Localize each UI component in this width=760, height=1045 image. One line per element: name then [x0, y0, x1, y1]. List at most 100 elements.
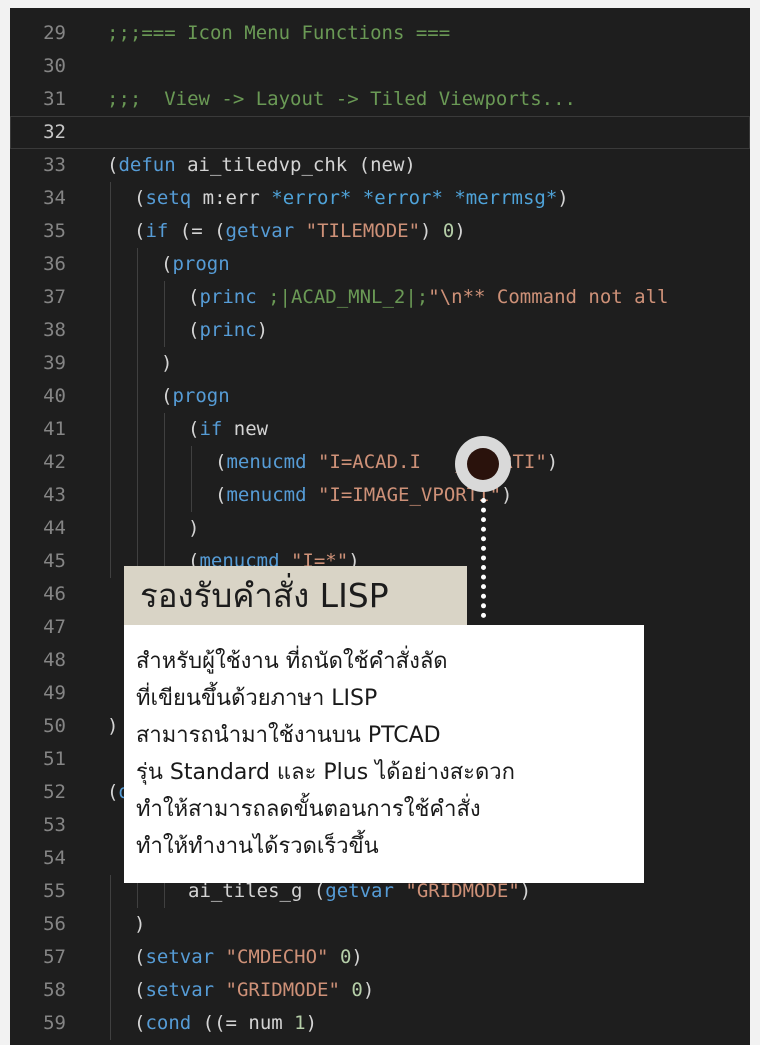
indent-guide	[110, 314, 111, 347]
code-token: ;;;=== Icon Menu Functions ===	[107, 22, 451, 44]
code-token: setvar	[145, 979, 215, 1001]
indent-guide	[110, 479, 111, 512]
code-editor[interactable]: 29 ;;;=== Icon Menu Functions === 30 31 ;;; …	[10, 8, 750, 1045]
tap-indicator	[455, 436, 511, 492]
code-line[interactable]: 36 (progn	[10, 248, 750, 281]
code-token: progn	[172, 253, 230, 275]
code-token: )	[546, 451, 559, 473]
line-number: 49	[43, 682, 66, 704]
code-token: (= (	[168, 220, 226, 242]
code-line[interactable]: 31 ;;; View -> Layout -> Tiled Viewports.…	[10, 83, 750, 116]
code-token: )	[107, 715, 119, 737]
line-number: 54	[43, 847, 66, 869]
line-number: 31	[43, 88, 66, 110]
code-token: (	[134, 187, 146, 209]
indent-guide	[110, 512, 111, 545]
code-token: princ	[199, 319, 257, 341]
code-line[interactable]: 44)	[10, 512, 750, 545]
indent-guide	[137, 347, 138, 380]
code-line[interactable]: 40 (progn	[10, 380, 750, 413]
code-token: defun	[118, 154, 176, 176]
line-number: 30	[43, 55, 66, 77]
code-token: )	[134, 913, 146, 935]
code-line[interactable]: 41 (if new	[10, 413, 750, 446]
indent-guide	[110, 413, 111, 446]
code-token: (	[161, 385, 173, 407]
code-token: )	[557, 187, 569, 209]
code-line[interactable]: 57 (setvar "CMDECHO" 0)	[10, 941, 750, 974]
code-line[interactable]: 56)	[10, 908, 750, 941]
code-token: if	[199, 418, 223, 440]
indent-guide	[110, 281, 111, 314]
line-number: 34	[43, 187, 66, 209]
callout-body-line: สำหรับผู้ใช้งาน ที่ถนัดใช้คำสั่งลัด	[136, 649, 448, 674]
indent-guide	[110, 1007, 111, 1040]
code-line[interactable]: 39)	[10, 347, 750, 380]
code-line[interactable]: 35 (if (= (getvar "TILEMODE") 0)	[10, 215, 750, 248]
code-token: new	[222, 418, 269, 440]
line-number: 38	[43, 319, 66, 341]
code-line[interactable]: 59 (cond ((= num 1)	[10, 1007, 750, 1040]
indent-guide	[110, 347, 111, 380]
indent-guide	[137, 314, 138, 347]
code-text: (cond ((= num 1)	[134, 1007, 317, 1040]
line-number: 53	[43, 814, 66, 836]
code-text: (setq m:err *error* *error* *merrmsg*)	[134, 182, 569, 215]
code-token: (	[215, 451, 227, 473]
line-number: 35	[43, 220, 66, 242]
code-token: "GRIDMODE"	[405, 880, 520, 902]
code-token: (	[188, 286, 200, 308]
code-token: )	[256, 319, 269, 341]
code-token: getvar	[225, 220, 295, 242]
line-number: 43	[43, 484, 66, 506]
code-token: )	[351, 946, 363, 968]
line-number: 29	[43, 22, 66, 44]
code-text: (if new	[188, 413, 268, 446]
indent-guide	[137, 479, 138, 512]
code-line[interactable]: 37 (princ ;|ACAD_MNL_2|;"\n** Command not…	[10, 281, 750, 314]
code-token: (	[134, 1012, 146, 1034]
code-line[interactable]: 30	[10, 50, 750, 83]
code-line[interactable]: 29 ;;;=== Icon Menu Functions ===	[10, 17, 750, 50]
indent-guide	[164, 512, 165, 545]
code-line[interactable]: 32	[10, 116, 750, 149]
line-number: 40	[43, 385, 66, 407]
code-token: "TILEMODE"	[305, 220, 421, 242]
indent-guide	[110, 182, 111, 215]
line-number: 52	[43, 781, 66, 803]
code-token: (	[134, 220, 146, 242]
code-token: (	[215, 484, 227, 506]
line-number: 37	[43, 286, 66, 308]
indent-guide	[137, 512, 138, 545]
callout-body-line: สามารถนำมาใช้งานบน PTCAD	[136, 723, 441, 748]
code-line[interactable]: 34 (setq m:err *error* *error* *merrmsg*)	[10, 182, 750, 215]
indent-guide	[137, 248, 138, 281]
code-line[interactable]: 33 (defun ai_tiledvp_chk (new)	[10, 149, 750, 182]
code-token: 1	[294, 1012, 306, 1034]
code-line[interactable]: 43 (menucmd "I=IMAGE_VPORTI")	[10, 479, 750, 512]
line-number: 32	[43, 121, 66, 143]
line-number: 58	[43, 979, 66, 1001]
code-token: progn	[172, 385, 230, 407]
code-token: (	[107, 781, 119, 803]
indent-guide	[191, 446, 192, 479]
line-number: 55	[43, 880, 66, 902]
code-token: m:err	[191, 187, 272, 209]
code-text: )	[107, 710, 118, 743]
code-line[interactable]: 38 (princ)	[10, 314, 750, 347]
line-number: 36	[43, 253, 66, 275]
tap-indicator-dot	[467, 448, 499, 480]
code-token: (	[134, 979, 146, 1001]
code-line[interactable]: 42 (menucmd "I=ACAD.I _VPORTI")	[10, 446, 750, 479]
code-token: menucmd	[226, 484, 307, 506]
code-line[interactable]: 58 (setvar "GRIDMODE" 0)	[10, 974, 750, 1007]
code-text: (progn	[161, 248, 230, 281]
line-number: 47	[43, 616, 66, 638]
code-text: ;;;=== Icon Menu Functions ===	[107, 17, 450, 50]
callout-body-line: ทำให้สามารถลดขั้นตอนการใช้คำสั่ง	[136, 797, 481, 822]
line-number: 48	[43, 649, 66, 671]
